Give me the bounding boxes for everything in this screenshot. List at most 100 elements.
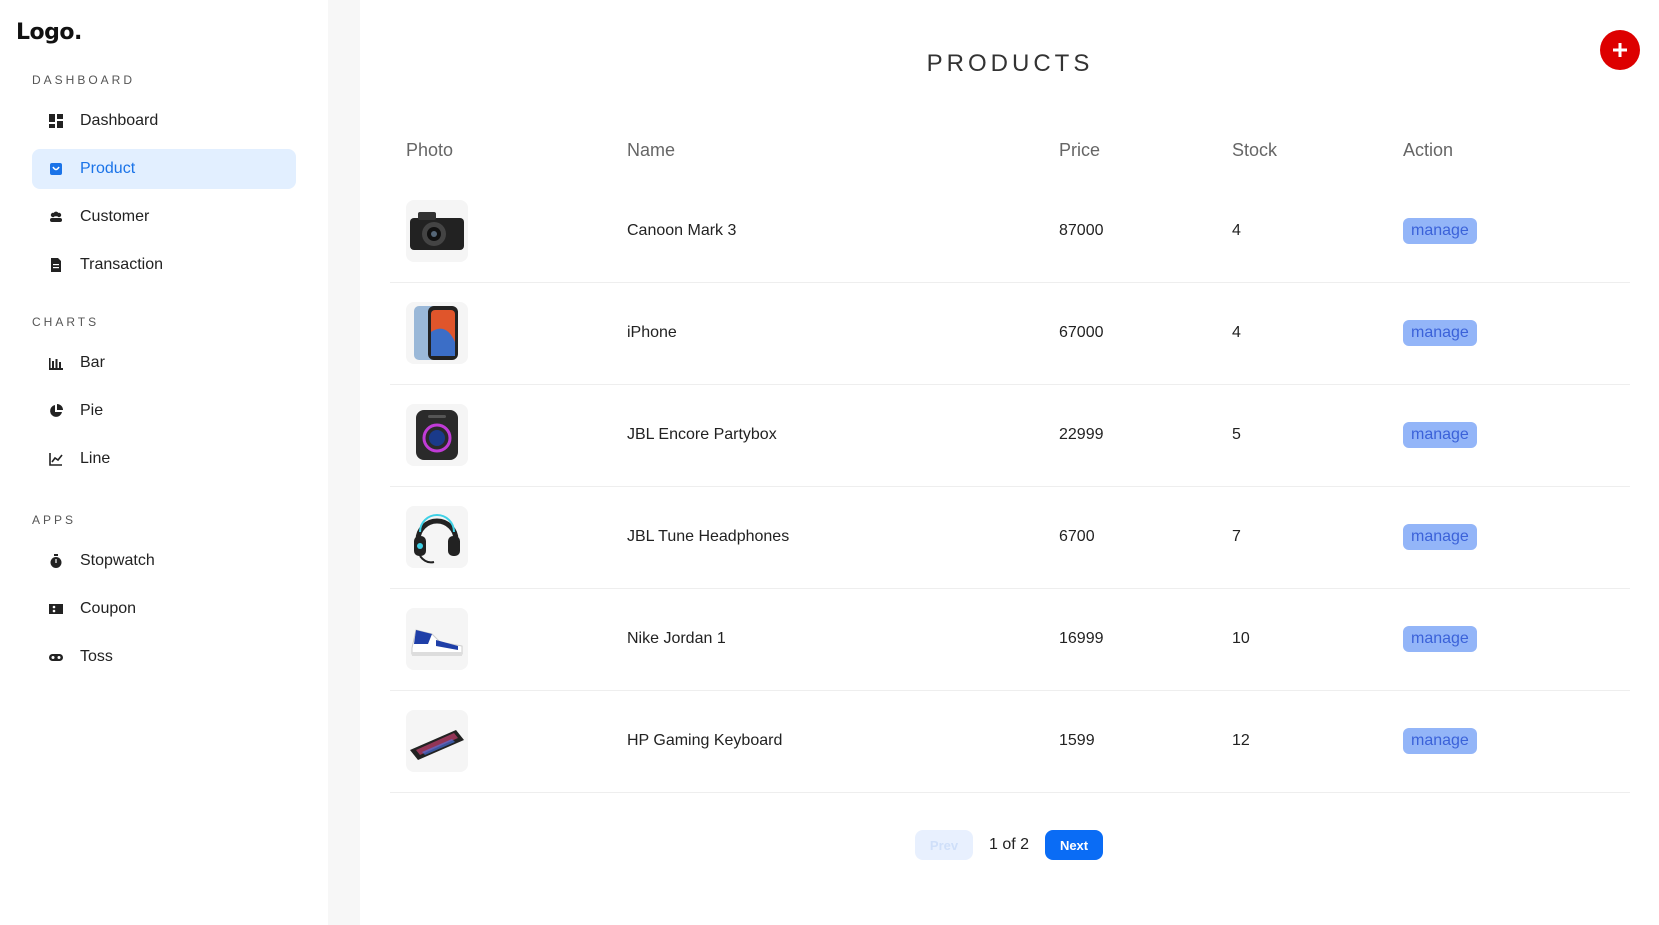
product-name: Canoon Mark 3: [611, 180, 1043, 283]
photo-cell: [390, 180, 611, 283]
page-indicator: 1 of 2: [989, 836, 1030, 853]
product-stock: 12: [1216, 690, 1387, 793]
table-row: iPhone 67000 4 manage: [390, 282, 1630, 385]
table-row: HP Gaming Keyboard 1599 12 manage: [390, 690, 1630, 793]
coupon-icon: [48, 601, 64, 617]
product-price: 1599: [1043, 690, 1216, 793]
stopwatch-icon: [48, 553, 64, 569]
manage-button[interactable]: manage: [1403, 626, 1477, 652]
product-stock: 10: [1216, 588, 1387, 691]
products-table: Photo Name Price Stock Action Canoon Mar…: [390, 120, 1630, 793]
product-price: 6700: [1043, 486, 1216, 589]
manage-button[interactable]: manage: [1403, 728, 1477, 754]
add-product-button[interactable]: [1600, 30, 1640, 70]
sidebar-item-label: Product: [80, 160, 136, 177]
sidebar-item-customer[interactable]: Customer: [32, 197, 296, 237]
product-price: 67000: [1043, 282, 1216, 385]
phone-image: [406, 302, 468, 364]
gamepad-icon: [48, 649, 64, 665]
headphones-image: [406, 506, 468, 568]
table-row: Canoon Mark 3 87000 4 manage: [390, 180, 1630, 283]
sneaker-image: [406, 608, 468, 670]
column-header-price[interactable]: Price: [1043, 120, 1216, 180]
action-cell: manage: [1387, 384, 1630, 487]
product-stock: 4: [1216, 180, 1387, 283]
action-cell: manage: [1387, 486, 1630, 589]
section-title-apps: APPS: [32, 513, 77, 527]
table-row: JBL Encore Partybox 22999 5 manage: [390, 384, 1630, 487]
speaker-image: [406, 404, 468, 466]
sidebar-item-label: Toss: [80, 648, 113, 665]
product-stock: 4: [1216, 282, 1387, 385]
sidebar-item-dashboard[interactable]: Dashboard: [32, 101, 296, 141]
nav-charts: Bar Pie Line: [0, 343, 328, 479]
manage-button[interactable]: manage: [1403, 320, 1477, 346]
product-name: JBL Encore Partybox: [611, 384, 1043, 487]
sidebar-item-label: Dashboard: [80, 112, 159, 129]
action-cell: manage: [1387, 588, 1630, 691]
sidebar: Logo. DASHBOARD Dashboard Product Custom…: [0, 0, 328, 925]
photo-cell: [390, 588, 611, 691]
column-header-action: Action: [1403, 139, 1454, 160]
action-cell: manage: [1387, 180, 1630, 283]
sidebar-item-label: Pie: [80, 402, 104, 419]
sidebar-item-label: Customer: [80, 208, 150, 225]
product-stock: 7: [1216, 486, 1387, 589]
product-price: 16999: [1043, 588, 1216, 691]
section-title-dashboard: DASHBOARD: [32, 73, 136, 87]
product-name: JBL Tune Headphones: [611, 486, 1043, 589]
action-cell: manage: [1387, 690, 1630, 793]
manage-button[interactable]: manage: [1403, 217, 1477, 244]
action-cell: manage: [1387, 282, 1630, 385]
column-header-photo[interactable]: Photo: [390, 120, 611, 180]
logo: Logo.: [16, 20, 82, 45]
pie-chart-icon: [48, 403, 64, 419]
prev-page-button[interactable]: Prev: [915, 830, 973, 860]
product-name: Nike Jordan 1: [611, 588, 1043, 691]
sidebar-item-coupon[interactable]: Coupon: [32, 589, 296, 629]
manage-button[interactable]: manage: [1403, 422, 1477, 448]
document-icon: [48, 257, 64, 273]
sidebar-item-transaction[interactable]: Transaction: [32, 245, 296, 285]
manage-button[interactable]: manage: [1403, 524, 1477, 550]
main-content: PRODUCTS Photo Name Price Stock Action C…: [360, 0, 1659, 925]
users-icon: [48, 209, 64, 225]
sidebar-item-label: Stopwatch: [80, 552, 155, 569]
line-chart-icon: [48, 451, 64, 467]
sidebar-item-label: Coupon: [80, 600, 137, 617]
product-stock: 5: [1216, 384, 1387, 487]
bar-chart-icon: [48, 355, 64, 371]
photo-cell: [390, 282, 611, 385]
sidebar-item-label: Bar: [80, 354, 105, 371]
column-header-stock[interactable]: Stock: [1216, 120, 1387, 180]
table-row: JBL Tune Headphones 6700 7 manage: [390, 486, 1630, 589]
shopping-bag-icon: [48, 161, 64, 177]
sidebar-item-pie[interactable]: Pie: [32, 391, 296, 431]
sidebar-item-label: Line: [80, 450, 111, 467]
photo-cell: [390, 690, 611, 793]
photo-cell: [390, 486, 611, 589]
sidebar-item-stopwatch[interactable]: Stopwatch: [32, 541, 296, 581]
table-row: Nike Jordan 1 16999 10 manage: [390, 588, 1630, 691]
next-page-button[interactable]: Next: [1045, 830, 1104, 860]
product-price: 87000: [1043, 180, 1216, 283]
sidebar-item-bar[interactable]: Bar: [32, 343, 296, 383]
dashboard-icon: [48, 113, 64, 129]
product-price: 22999: [1043, 384, 1216, 487]
photo-cell: [390, 384, 611, 487]
sidebar-item-line[interactable]: Line: [32, 439, 296, 479]
column-header-name[interactable]: Name: [611, 120, 1043, 180]
plus-icon: [1613, 43, 1627, 57]
sidebar-item-toss[interactable]: Toss: [32, 637, 296, 677]
camera-image: [406, 199, 468, 262]
table-header-row: Photo Name Price Stock Action: [390, 120, 1630, 180]
pagination: Prev 1 of 2 Next: [915, 830, 1104, 860]
nav-apps: Stopwatch Coupon Toss: [0, 541, 328, 677]
sidebar-item-label: Transaction: [80, 256, 163, 273]
page-title: PRODUCTS: [926, 50, 1094, 77]
product-name: HP Gaming Keyboard: [611, 690, 1043, 793]
sidebar-item-product[interactable]: Product: [32, 149, 296, 189]
keyboard-image: [406, 710, 468, 772]
product-name: iPhone: [611, 282, 1043, 385]
section-title-charts: CHARTS: [32, 315, 100, 329]
